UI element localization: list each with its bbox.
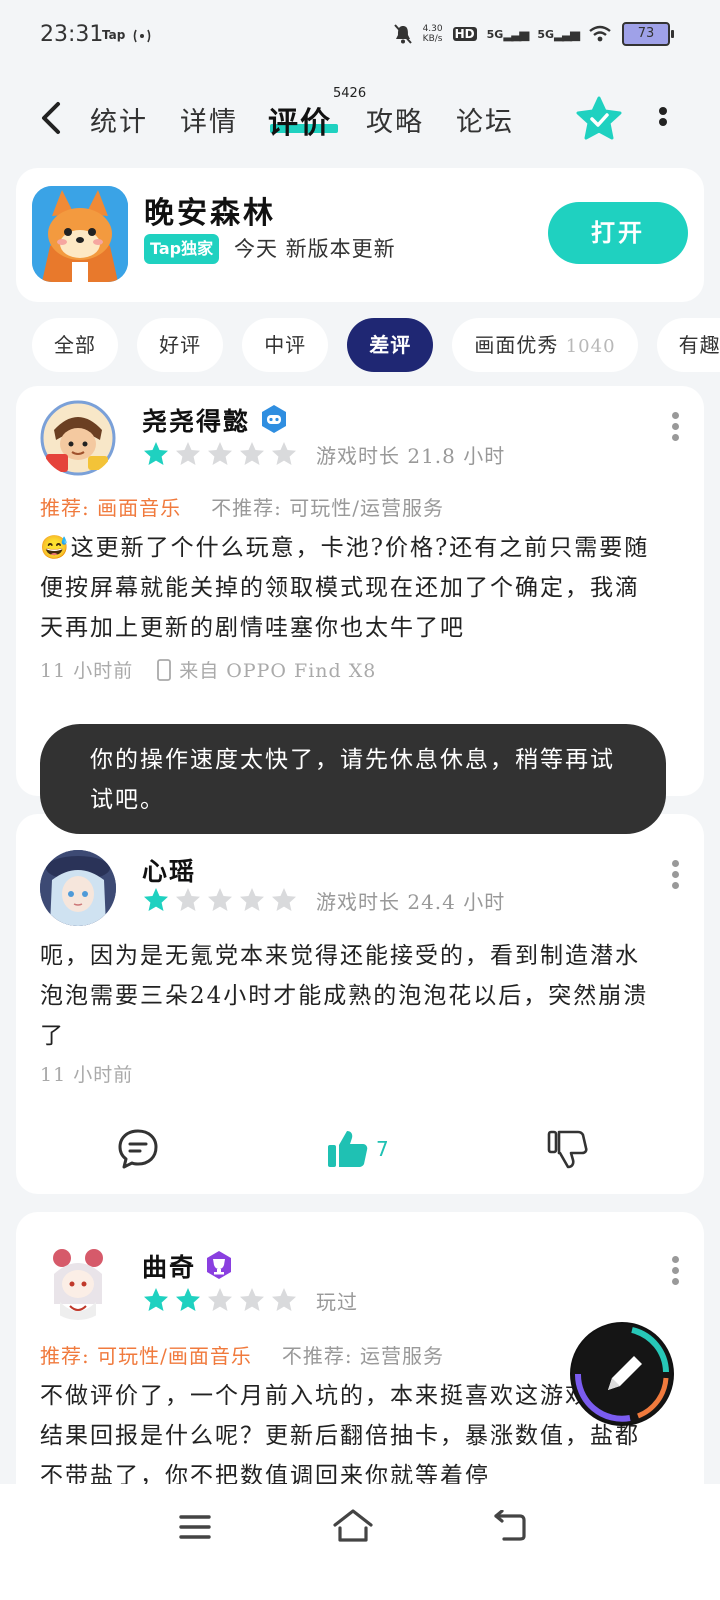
rating-stars — [142, 440, 298, 468]
status-time: 23:31 — [40, 22, 104, 47]
trophy-badge-icon — [207, 1251, 231, 1279]
game-controller-badge-icon — [262, 405, 286, 433]
star-empty-icon — [208, 1288, 232, 1311]
menu-icon[interactable] — [178, 1512, 212, 1542]
review-more-button[interactable] — [670, 1252, 680, 1289]
star-empty-icon — [176, 442, 200, 465]
review-username[interactable]: 心瑶 — [142, 852, 196, 888]
playtime: 玩过 — [316, 1290, 358, 1314]
review-actions: 7 — [16, 1124, 704, 1174]
star-empty-icon — [240, 888, 264, 911]
star-empty-icon — [272, 1288, 296, 1311]
avatar[interactable] — [40, 850, 116, 926]
comment-button[interactable] — [116, 1124, 160, 1174]
recommend-negative: 不推荐: 可玩性/运营服务 — [211, 496, 444, 520]
tap-exclusive-badge: Tap独家 — [144, 234, 220, 264]
battery-indicator: 73 — [622, 22, 674, 46]
filter-negative[interactable]: 差评 — [347, 318, 434, 372]
review-more-button[interactable] — [670, 856, 680, 893]
filter-fun[interactable]: 有趣好 — [656, 318, 720, 372]
phone-icon — [157, 658, 172, 681]
status-bar: 23:31 Tap 4.30 KB/s HD 5G▂▃▅ 5G▂▃▅ 73 — [0, 0, 720, 70]
tab-details[interactable]: 详情 — [180, 100, 238, 139]
comment-icon — [118, 1129, 158, 1169]
open-app-button[interactable]: 打开 — [548, 202, 688, 264]
wifi-icon — [589, 25, 611, 42]
review-more-button[interactable] — [670, 408, 680, 445]
hd-icon: HD — [452, 27, 477, 41]
tab-forum[interactable]: 论坛 — [456, 100, 514, 139]
like-button[interactable]: 7 — [326, 1124, 389, 1174]
app-update-status: 今天 新版本更新 — [234, 237, 396, 261]
back-nav-icon[interactable] — [492, 1510, 528, 1542]
avatar[interactable] — [40, 1244, 116, 1320]
rating-stars — [142, 886, 298, 914]
signal-wave-icon — [133, 29, 151, 43]
star-empty-icon — [208, 442, 232, 465]
star-empty-icon — [176, 888, 200, 911]
back-button[interactable] — [34, 98, 70, 138]
review-time-line: 11 小时前 — [40, 1060, 133, 1087]
app-name: 晚安森林 — [144, 196, 276, 231]
review-filter-bar: 全部 好评 中评 差评 画面优秀 1040 有趣好 — [32, 318, 720, 372]
playtime: 游戏时长 24.4 小时 — [316, 890, 506, 914]
review-time: 11 小时前 — [40, 1064, 134, 1086]
review-card: 心瑶 游戏时长 24.4 小时 呃，因为是无氪党本来觉得还能接受的，看到制造潜水… — [16, 814, 704, 1194]
recommend-tags: 推荐: 可玩性/画面音乐 不推荐: 运营服务 — [40, 1340, 444, 1369]
thumbs-down-icon — [547, 1130, 588, 1169]
tab-stats[interactable]: 统计 — [90, 100, 148, 139]
review-text[interactable]: 😅这更新了个什么玩意，卡池?价格?还有之前只需要随便按屏幕就能关掉的领取模式现在… — [40, 528, 660, 648]
playtime: 游戏时长 21.8 小时 — [316, 444, 506, 468]
review-username[interactable]: 曲奇 — [142, 1248, 196, 1284]
pencil-icon — [572, 1324, 672, 1424]
like-count: 7 — [376, 1137, 389, 1161]
signal-2: 5G▂▃▅ — [537, 26, 580, 42]
tab-guides[interactable]: 攻略 — [366, 100, 424, 139]
home-icon[interactable] — [332, 1508, 374, 1544]
review-text[interactable]: 不做评价了，一个月前入坑的，本来挺喜欢这游戏的，结果回报是什么呢？更新后翻倍抽卡… — [40, 1376, 660, 1488]
star-filled-icon — [144, 1288, 168, 1311]
star-empty-icon — [272, 888, 296, 911]
review-username[interactable]: 尧尧得懿 — [142, 402, 250, 438]
app-icon — [32, 186, 128, 282]
recommend-positive: 推荐: 可玩性/画面音乐 — [40, 1344, 252, 1368]
signal-1: 5G▂▃▅ — [486, 26, 530, 42]
recommend-tags: 推荐: 画面音乐 不推荐: 可玩性/运营服务 — [40, 492, 444, 521]
net-speed: 4.30 KB/s — [422, 24, 443, 44]
filter-all[interactable]: 全部 — [32, 318, 118, 372]
filter-great-visuals[interactable]: 画面优秀 1040 — [452, 318, 638, 372]
write-review-button[interactable] — [570, 1322, 674, 1426]
rating-stars — [142, 1286, 298, 1314]
thumbs-up-icon — [328, 1131, 368, 1167]
star-empty-icon — [240, 442, 264, 465]
star-filled-icon — [176, 1288, 200, 1311]
dislike-button[interactable] — [546, 1124, 590, 1174]
recommend-positive: 推荐: 画面音乐 — [40, 496, 182, 520]
chevron-left-icon — [42, 102, 60, 134]
filter-positive[interactable]: 好评 — [137, 318, 224, 372]
follow-button[interactable] — [576, 96, 622, 142]
mute-bell-icon — [393, 24, 412, 44]
tab-reviews[interactable]: 评价 — [268, 98, 332, 142]
avatar[interactable] — [40, 400, 116, 476]
more-options-button[interactable] — [655, 104, 671, 136]
review-time: 11 小时前 — [40, 660, 134, 682]
filter-neutral[interactable]: 中评 — [242, 318, 329, 372]
review-text[interactable]: 呃，因为是无氪党本来觉得还能接受的，看到制造潜水泡泡需要三朵24小时才能成熟的泡… — [40, 936, 660, 1056]
app-card[interactable]: 晚安森林 Tap独家 今天 新版本更新 打开 — [16, 168, 704, 302]
recommend-negative: 不推荐: 运营服务 — [281, 1344, 444, 1368]
review-device: 来自 OPPO Find X8 — [179, 660, 377, 682]
star-empty-icon — [272, 442, 296, 465]
system-nav-bar — [0, 1484, 720, 1600]
star-check-icon — [576, 96, 622, 140]
tap-notification-icon: Tap — [102, 28, 126, 42]
star-empty-icon — [240, 1288, 264, 1311]
status-right: 4.30 KB/s HD 5G▂▃▅ 5G▂▃▅ 73 — [393, 22, 674, 46]
star-filled-icon — [144, 442, 168, 465]
rate-limit-toast: 你的操作速度太快了，请先休息休息，稍等再试试吧。 — [40, 724, 666, 834]
star-filled-icon — [144, 888, 168, 911]
review-time-line: 11 小时前 来自 OPPO Find X8 — [40, 656, 376, 683]
review-count-badge: 5426 — [333, 86, 367, 101]
star-empty-icon — [208, 888, 232, 911]
